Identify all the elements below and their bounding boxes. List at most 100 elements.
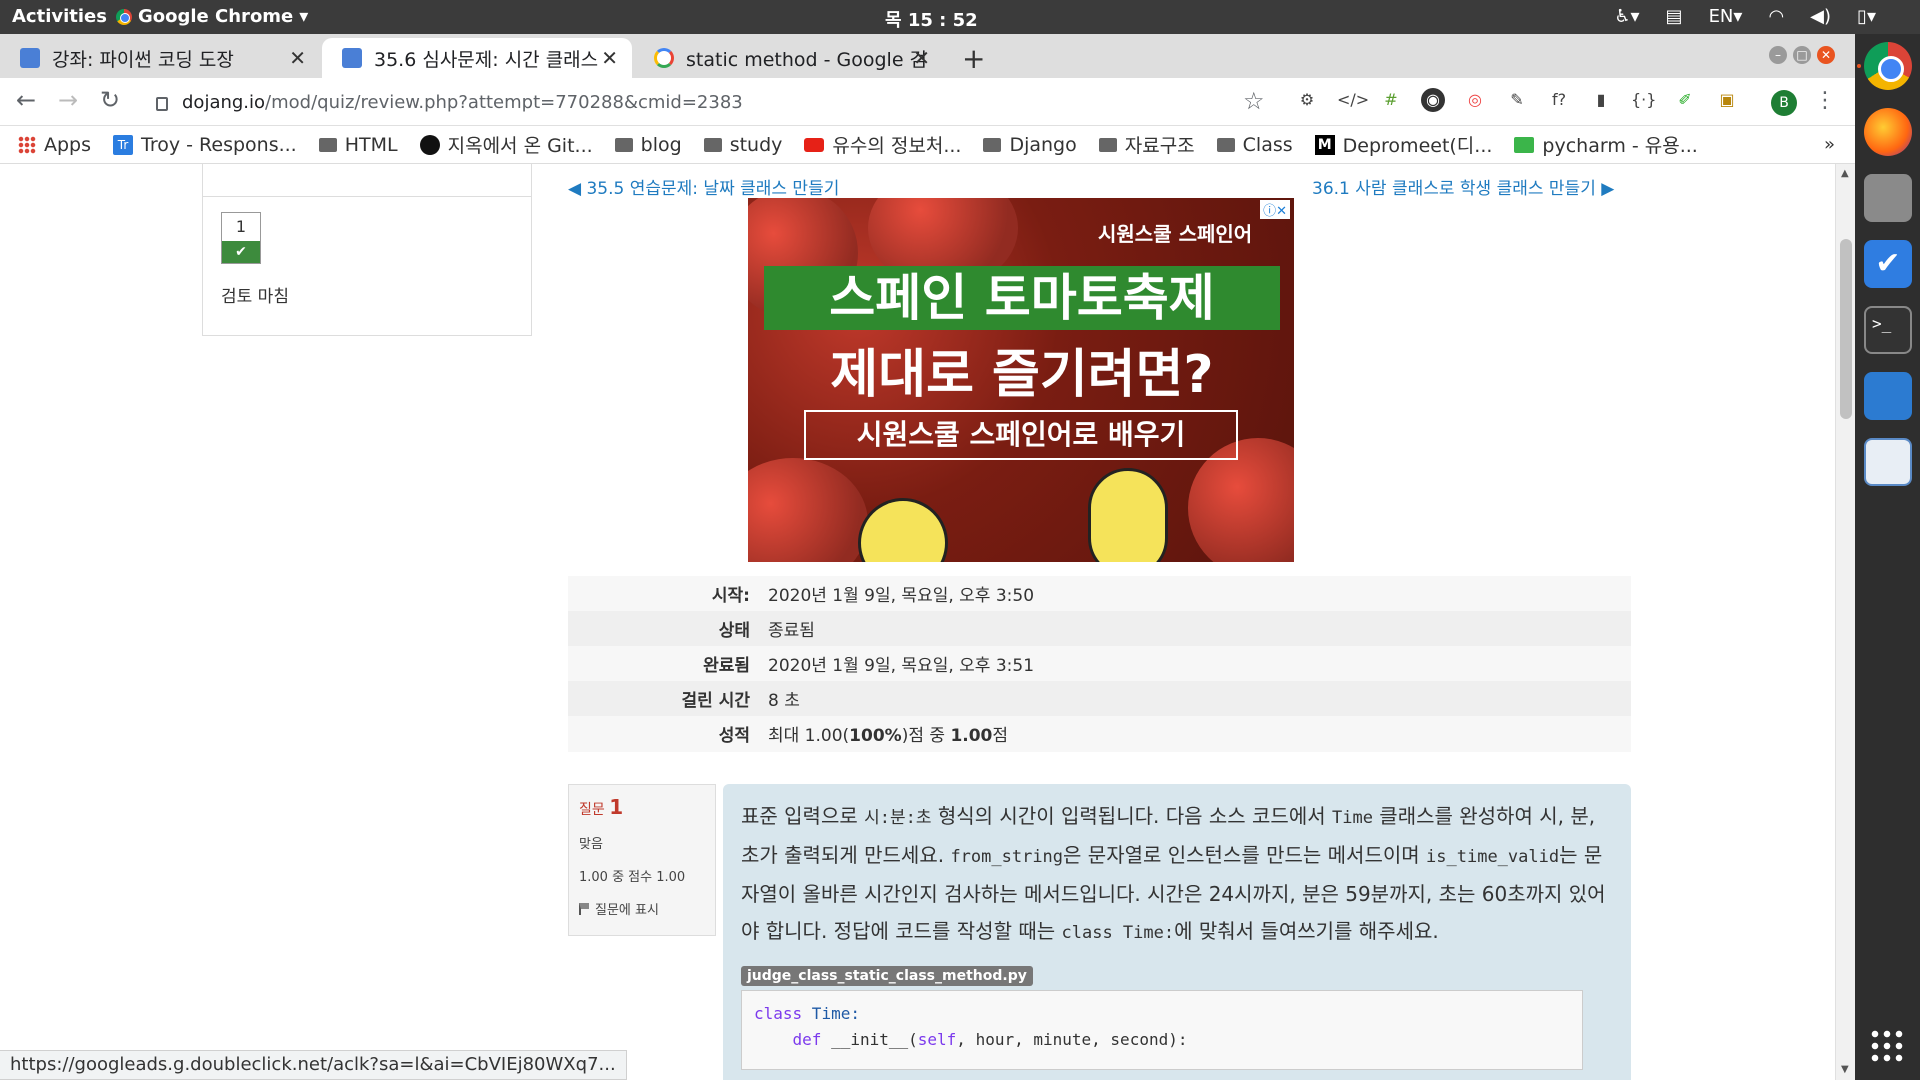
ad-brand: 시원스쿨 스페인어 (1098, 222, 1253, 246)
prev-lesson-link[interactable]: ◀ 35.5 연습문제: 날짜 클래스 만들기 (568, 174, 839, 199)
extension-formula-icon[interactable]: f? (1547, 88, 1571, 112)
system-tray[interactable]: ♿▾ ▤ EN▾ ◠ ◀) ▯▾ (1614, 6, 1876, 27)
bookmark-django[interactable]: Django (983, 134, 1077, 156)
bookmark-depromeet[interactable]: M Depromeet(디... (1314, 131, 1492, 158)
summary-row-completed: 완료됨 2020년 1월 9일, 목요일, 오후 3:51 (568, 646, 1631, 681)
bookmark-star-icon[interactable]: ☆ (1243, 87, 1265, 115)
tab-quiz-review[interactable]: 35.6 심사문제: 시간 클래스 ✕ (322, 38, 632, 78)
summary-value: 최대 1.00(100%)점 중 1.00점 (768, 726, 1009, 746)
activities-button[interactable]: Activities (12, 6, 107, 27)
tab-google-search[interactable]: static method - Google 검 ✕ (634, 38, 944, 78)
extension-ladder-icon[interactable]: # (1379, 88, 1403, 112)
youtube-icon (804, 137, 825, 152)
files-icon[interactable] (1864, 174, 1912, 222)
reload-button[interactable]: ↻ (100, 86, 120, 114)
tab-course[interactable]: 강좌: 파이썬 코딩 도장 ✕ (0, 38, 320, 78)
bookmark-class[interactable]: Class (1216, 134, 1293, 156)
scroll-up-icon[interactable]: ▲ (1841, 168, 1849, 179)
ad-info-close-icon[interactable]: ⓘ✕ (1260, 200, 1290, 219)
image-viewer-icon[interactable] (1864, 438, 1912, 486)
close-icon[interactable]: ✕ (289, 46, 306, 70)
ad-cta[interactable]: 시원스쿨 스페인어로 배우기 (804, 410, 1238, 460)
extension-folder-icon[interactable]: ▣ (1715, 88, 1739, 112)
firefox-icon[interactable] (1864, 108, 1912, 156)
bookmark-html[interactable]: HTML (318, 134, 398, 156)
summary-value: 2020년 1월 9일, 목요일, 오후 3:51 (768, 656, 1035, 676)
back-button[interactable]: ← (16, 86, 36, 114)
app-menu[interactable]: Google Chrome ▾ (116, 6, 308, 27)
lock-icon[interactable] (156, 97, 168, 111)
folder-icon (1098, 137, 1117, 152)
question-state: 맞음 (579, 837, 603, 852)
accessibility-icon[interactable]: ♿▾ (1614, 6, 1639, 27)
forward-button[interactable]: → (58, 86, 78, 114)
maximize-button[interactable]: □ (1793, 46, 1811, 64)
bookmarks-more-button[interactable]: » (1824, 134, 1835, 155)
ad-character-icon (858, 498, 948, 562)
extension-swirl-icon[interactable]: ◎ (1463, 88, 1487, 112)
bookmark-troy[interactable]: Tr Troy - Respons... (113, 134, 297, 156)
close-window-button[interactable]: ✕ (1817, 46, 1835, 64)
extension-braces-icon[interactable]: {·} (1631, 88, 1656, 112)
extension-octotree-icon[interactable]: ◉ (1421, 88, 1445, 112)
folder-icon (703, 137, 722, 152)
tab-title: 35.6 심사문제: 시간 클래스 (374, 48, 599, 71)
page-scrollbar[interactable]: ▲ ▼ (1835, 164, 1855, 1080)
extension-code-icon[interactable]: </> (1337, 88, 1369, 112)
summary-row-grade: 성적 최대 1.00(100%)점 중 1.00점 (568, 716, 1631, 751)
chrome-icon (116, 8, 132, 25)
close-icon[interactable]: ✕ (913, 46, 930, 70)
chrome-menu-icon[interactable]: ⋮ (1814, 88, 1836, 113)
advertisement-banner[interactable]: ⓘ✕ 시원스쿨 스페인어 스페인 토마토축제 제대로 즐기려면? 시원스쿨 스페… (748, 198, 1294, 562)
extension-gear-icon[interactable]: ⚙ (1295, 88, 1319, 112)
bookmark-apps[interactable]: Apps (18, 134, 91, 156)
new-tab-button[interactable]: + (962, 42, 985, 75)
ubuntu-dock: ✔ >_ (1855, 34, 1920, 1080)
bookmark-study[interactable]: study (703, 134, 782, 156)
volume-icon[interactable]: ◀) (1810, 6, 1831, 27)
flag-icon (579, 902, 589, 915)
profile-avatar[interactable]: B (1771, 90, 1797, 116)
address-bar[interactable]: dojang.io/mod/quiz/review.php?attempt=77… (140, 83, 1270, 121)
question-score: 1.00 중 점수 1.00 (579, 870, 686, 885)
extension-color-icon[interactable]: ✐ (1673, 88, 1697, 112)
close-icon[interactable]: ✕ (601, 46, 618, 70)
clock[interactable]: 목 15 : 52 (885, 6, 978, 32)
battery-icon[interactable]: ▯▾ (1857, 6, 1876, 27)
question-info-panel: 질문 1 맞음 1.00 중 점수 1.00 질문에 표시 (568, 784, 716, 936)
chat-icon (1514, 136, 1535, 153)
summary-key: 걸린 시간 (681, 691, 750, 711)
next-lesson-link[interactable]: 36.1 사람 클래스로 학생 클래스 만들기 ▶ (1312, 174, 1614, 199)
clipboard-icon[interactable]: ▤ (1666, 6, 1683, 27)
bookmark-data-structure[interactable]: 자료구조 (1098, 131, 1195, 158)
language-indicator[interactable]: EN▾ (1709, 6, 1743, 27)
finish-review-link[interactable]: 검토 마침 (221, 282, 289, 307)
code-block: class Time: def __init__(self, hour, min… (741, 990, 1583, 1070)
bookmark-youtube[interactable]: 유수의 정보처... (804, 131, 961, 158)
bookmark-blog[interactable]: blog (614, 134, 682, 156)
quiz-navigation-block: 1 ✔ 검토 마침 (202, 164, 532, 336)
question-nav-button[interactable]: 1 ✔ (221, 212, 261, 264)
dojang-icon (342, 48, 362, 68)
folder-icon (983, 137, 1002, 152)
scroll-down-icon[interactable]: ▼ (1841, 1064, 1849, 1075)
vscode-icon[interactable] (1864, 372, 1912, 420)
scrollbar-thumb[interactable] (1840, 239, 1852, 419)
app-name: Google Chrome (138, 6, 294, 27)
todo-icon[interactable]: ✔ (1864, 240, 1912, 288)
google-icon (654, 48, 674, 68)
summary-row-started: 시작: 2020년 1월 9일, 목요일, 오후 3:50 (568, 576, 1631, 611)
bookmark-git[interactable]: 지옥에서 온 Git... (419, 131, 593, 158)
extension-eyedropper-icon[interactable]: ✎ (1505, 88, 1529, 112)
terminal-icon[interactable]: >_ (1864, 306, 1912, 354)
web-content: 1 ✔ 검토 마침 ◀ 35.5 연습문제: 날짜 클래스 만들기 36.1 사… (0, 164, 1835, 1080)
bookmark-pycharm[interactable]: pycharm - 유용... (1514, 131, 1698, 158)
chrome-icon[interactable] (1864, 42, 1912, 90)
extension-phone-icon[interactable]: ▮ (1589, 88, 1613, 112)
summary-key: 상태 (718, 621, 750, 641)
flag-question-link[interactable]: 질문에 표시 (579, 899, 705, 918)
check-icon: ✔ (222, 241, 260, 263)
show-applications-icon[interactable] (1869, 1028, 1905, 1064)
wifi-icon[interactable]: ◠ (1768, 6, 1784, 27)
minimize-button[interactable]: – (1769, 46, 1787, 64)
